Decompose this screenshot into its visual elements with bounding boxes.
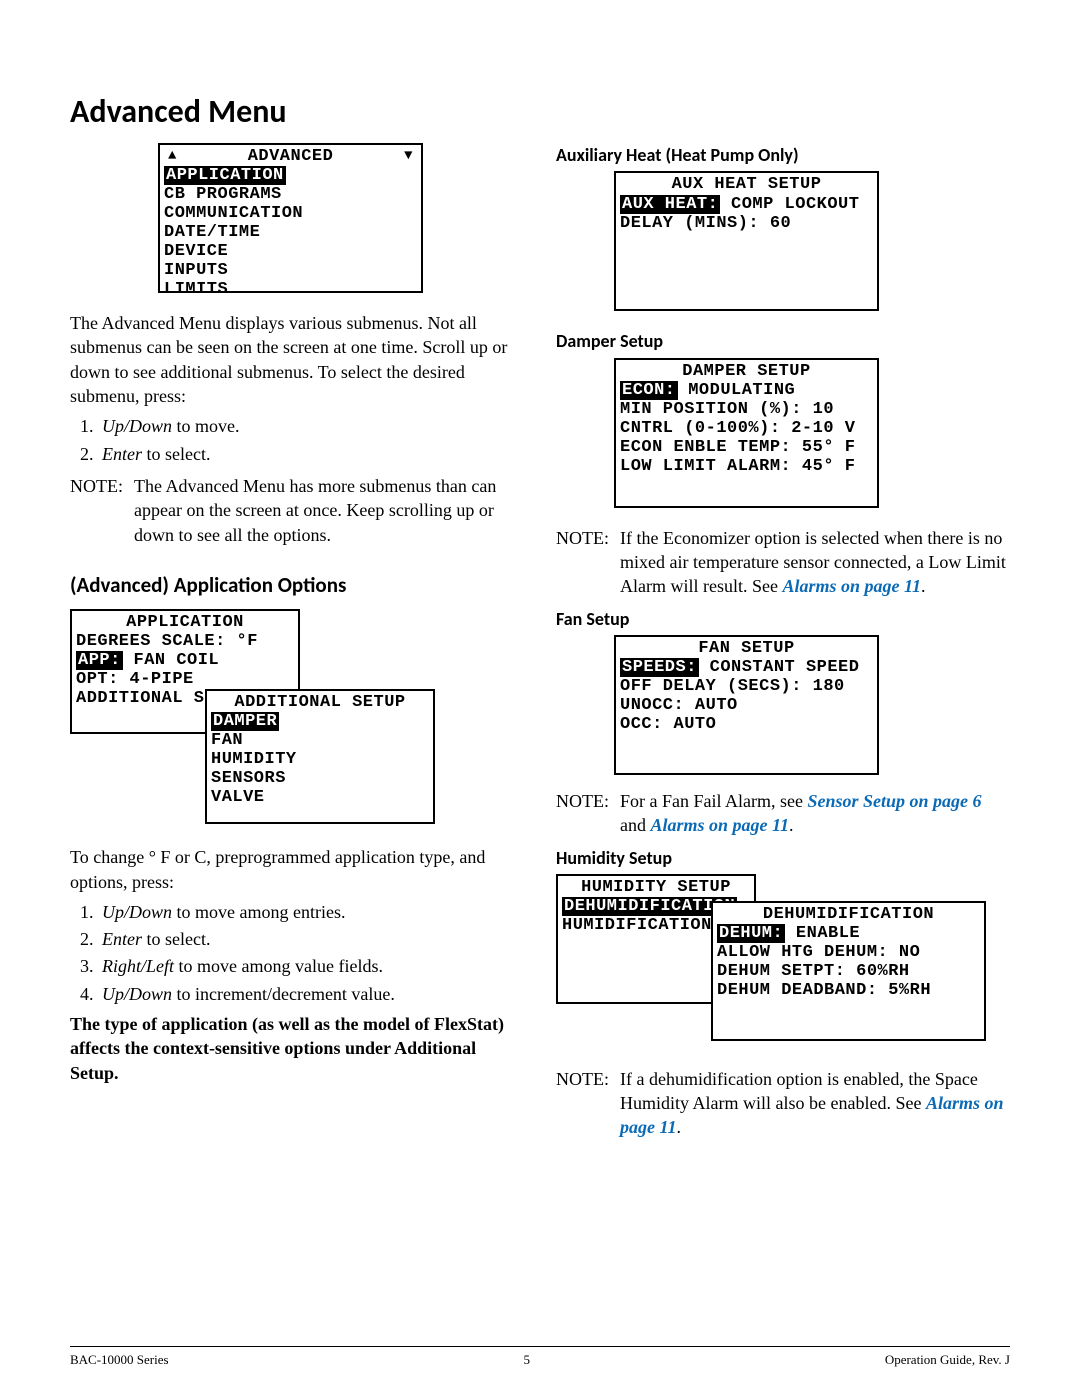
lcd-line: ALLOW HTG DEHUM: NO <box>717 943 980 962</box>
lcd-line: MIN POSITION (%): 10 <box>620 400 873 419</box>
change-paragraph: To change ° F or C, preprogrammed applic… <box>70 845 524 894</box>
lcd-fan: FAN SETUP SPEEDS: CONSTANT SPEED OFF DEL… <box>614 635 879 775</box>
note-body: If a dehumidification option is enabled,… <box>620 1067 1010 1140</box>
lcd-line: OCC: AUTO <box>620 715 873 734</box>
lcd-title: ADDITIONAL SETUP <box>211 693 429 712</box>
lcd-line: OFF DELAY (SECS): 180 <box>620 677 873 696</box>
lcd-line: DEGREES SCALE: °F <box>76 632 294 651</box>
aux-heat-heading: Auxiliary Heat (Heat Pump Only) <box>556 143 1010 167</box>
menu-item: CB PROGRAMS <box>164 185 417 204</box>
menu-item: LIMITS <box>164 280 417 293</box>
footer-right: Operation Guide, Rev. J <box>885 1351 1010 1369</box>
lcd-damper: DAMPER SETUP ECON: MODULATING MIN POSITI… <box>614 358 879 508</box>
step: Up/Down to increment/decrement value. <box>98 982 524 1006</box>
step: Enter to select. <box>98 927 524 951</box>
note-label: NOTE: <box>556 1067 620 1140</box>
footer-center: 5 <box>523 1351 530 1369</box>
page-title: Advanced Menu <box>70 90 1010 133</box>
menu-item: DEVICE <box>164 242 417 261</box>
lcd-line: DELAY (MINS): 60 <box>620 214 873 233</box>
note-humidity: NOTE: If a dehumidification option is en… <box>556 1067 1010 1140</box>
note-label: NOTE: <box>70 474 134 547</box>
step: Up/Down to move. <box>98 414 524 438</box>
lcd-aux-heat: AUX HEAT SETUP AUX HEAT: COMP LOCKOUT DE… <box>614 171 879 311</box>
note-damper: NOTE: If the Economizer option is select… <box>556 526 1010 599</box>
note-body: If the Economizer option is selected whe… <box>620 526 1010 599</box>
bold-note: The type of application (as well as the … <box>70 1012 524 1085</box>
menu-item: APPLICATION <box>164 166 286 185</box>
note-label: NOTE: <box>556 789 620 838</box>
lcd-line: DEHUM SETPT: 60%RH <box>717 962 980 981</box>
lcd-line: SPEEDS: CONSTANT SPEED <box>620 658 873 677</box>
menu-item: DATE/TIME <box>164 223 417 242</box>
lcd-line: DEHUM: ENABLE <box>717 924 980 943</box>
lcd-dehumidification: DEHUMIDIFICATION DEHUM: ENABLE ALLOW HTG… <box>711 901 986 1041</box>
lcd-advanced-menu: ▲ ADVANCED ▼ APPLICATION CB PROGRAMS COM… <box>158 143 423 293</box>
down-arrow-icon: ▼ <box>404 149 413 165</box>
footer-left: BAC-10000 Series <box>70 1351 169 1369</box>
lcd-title: AUX HEAT SETUP <box>620 175 873 194</box>
intro-paragraph: The Advanced Menu displays various subme… <box>70 311 524 408</box>
app-options-heading: (Advanced) Application Options <box>70 571 524 599</box>
lcd-title: APPLICATION <box>76 613 294 632</box>
lcd-line: APP: FAN COIL <box>76 651 294 670</box>
up-arrow-icon: ▲ <box>168 149 177 165</box>
step: Up/Down to move among entries. <box>98 900 524 924</box>
note-fan: NOTE: For a Fan Fail Alarm, see Sensor S… <box>556 789 1010 838</box>
menu-item: SENSORS <box>211 769 429 788</box>
left-column: ▲ ADVANCED ▼ APPLICATION CB PROGRAMS COM… <box>70 143 524 1148</box>
page-footer: BAC-10000 Series 5 Operation Guide, Rev.… <box>70 1346 1010 1369</box>
menu-item: FAN <box>211 731 429 750</box>
lcd-line: UNOCC: AUTO <box>620 696 873 715</box>
lcd-title: DAMPER SETUP <box>620 362 873 381</box>
menu-item: DAMPER <box>211 712 279 731</box>
extended-steps: Up/Down to move among entries. Enter to … <box>70 900 524 1006</box>
lcd-line: CNTRL (0-100%): 2-10 V <box>620 419 873 438</box>
link-sensor-setup[interactable]: Sensor Setup on page 6 <box>807 791 981 811</box>
menu-item: COMMUNICATION <box>164 204 417 223</box>
lcd-title: HUMIDITY SETUP <box>562 878 750 897</box>
step: Enter to select. <box>98 442 524 466</box>
note-body: The Advanced Menu has more submenus than… <box>134 474 524 547</box>
note-body: For a Fan Fail Alarm, see Sensor Setup o… <box>620 789 1010 838</box>
humidity-heading: Humidity Setup <box>556 846 1010 870</box>
link-alarms[interactable]: Alarms on page 11 <box>782 576 921 596</box>
fan-heading: Fan Setup <box>556 607 1010 631</box>
note-label: NOTE: <box>556 526 620 599</box>
lcd-line: ECON: MODULATING <box>620 381 873 400</box>
menu-item: INPUTS <box>164 261 417 280</box>
note-advanced: NOTE: The Advanced Menu has more submenu… <box>70 474 524 547</box>
lcd-line: OPT: 4-PIPE <box>76 670 294 689</box>
lcd-title: FAN SETUP <box>620 639 873 658</box>
lcd-line: ECON ENBLE TEMP: 55° F <box>620 438 873 457</box>
menu-item: VALVE <box>211 788 429 807</box>
lcd-line: DEHUM DEADBAND: 5%RH <box>717 981 980 1000</box>
menu-item: HUMIDITY <box>211 750 429 769</box>
basic-steps: Up/Down to move. Enter to select. <box>70 414 524 466</box>
damper-heading: Damper Setup <box>556 329 1010 353</box>
lcd-line: AUX HEAT: COMP LOCKOUT <box>620 195 873 214</box>
lcd-additional-setup: ADDITIONAL SETUP DAMPER FAN HUMIDITY SEN… <box>205 689 435 824</box>
lcd-title: ADVANCED <box>248 147 334 166</box>
lcd-line: LOW LIMIT ALARM: 45° F <box>620 457 873 476</box>
step: Right/Left to move among value fields. <box>98 954 524 978</box>
lcd-title: DEHUMIDIFICATION <box>717 905 980 924</box>
right-column: Auxiliary Heat (Heat Pump Only) AUX HEAT… <box>556 143 1010 1148</box>
link-alarms[interactable]: Alarms on page 11 <box>651 815 790 835</box>
